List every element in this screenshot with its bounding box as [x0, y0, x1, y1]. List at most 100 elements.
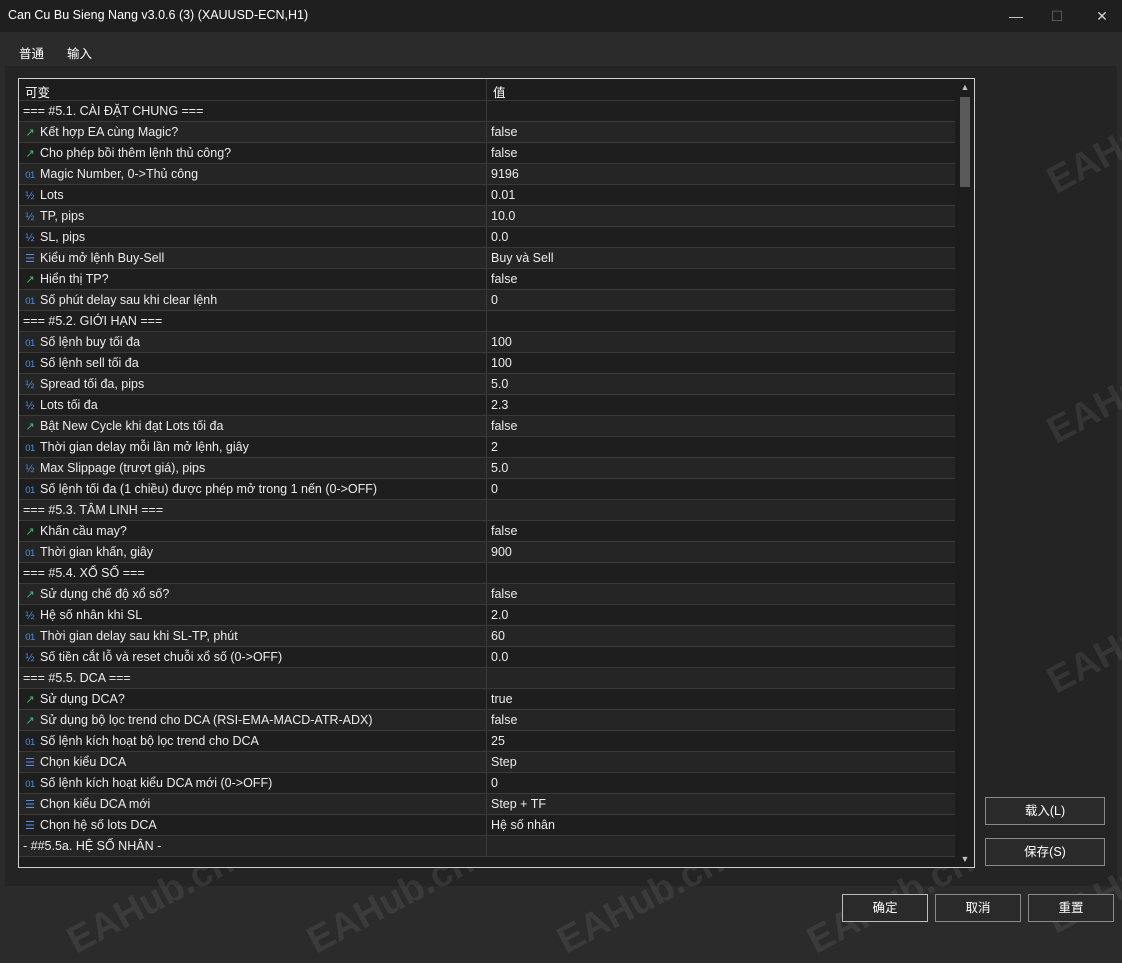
parameter-value[interactable]: 2.0 — [491, 608, 508, 622]
parameter-row[interactable]: 01 Thời gian delay sau khi SL-TP, phút 60 — [19, 626, 955, 647]
parameter-value[interactable]: Hệ số nhân — [491, 818, 555, 832]
parameter-row[interactable]: ↗ Hiển thị TP? false — [19, 269, 955, 290]
close-icon[interactable]: ✕ — [1088, 6, 1116, 26]
header-variable[interactable]: 可变 — [25, 82, 50, 101]
scroll-down-icon[interactable]: ▼ — [956, 851, 974, 867]
parameter-row[interactable]: ↗ Sử dụng bộ lọc trend cho DCA (RSI-EMA-M… — [19, 710, 955, 731]
parameter-value[interactable]: 5.0 — [491, 377, 508, 391]
parameter-row[interactable]: 01 Số lệnh tối đa (1 chiều) được phép mở … — [19, 479, 955, 500]
parameter-name: 01 Thời gian delay mỗi lần mở lệnh, giây — [23, 440, 249, 454]
parameter-value[interactable]: 2.3 — [491, 398, 508, 412]
vertical-scrollbar[interactable]: ▲ ▼ — [956, 79, 974, 867]
parameter-value[interactable]: false — [491, 272, 517, 286]
parameter-value[interactable]: Step + TF — [491, 797, 546, 811]
parameter-value[interactable]: false — [491, 524, 517, 538]
parameter-row[interactable]: 01 Số lệnh kích hoạt bộ lọc trend cho DCA… — [19, 731, 955, 752]
reset-button[interactable]: 重置 — [1028, 894, 1114, 922]
parameter-row[interactable]: ½ Hệ số nhân khi SL 2.0 — [19, 605, 955, 626]
parameter-row[interactable]: ½ Lots 0.01 — [19, 185, 955, 206]
enum-parameter-icon: ☰ — [25, 820, 35, 832]
parameter-value[interactable]: 0.01 — [491, 188, 515, 202]
parameter-row[interactable]: ½ Số tiền cắt lỗ và reset chuỗi xổ số (0-… — [19, 647, 955, 668]
parameter-row[interactable]: ☰ Chọn hệ số lots DCA Hệ số nhân — [19, 815, 955, 836]
parameter-name: 01 Số lệnh buy tối đa — [23, 335, 140, 349]
load-button[interactable]: 载入(L) — [985, 797, 1105, 825]
tab-inputs[interactable]: 输入 — [67, 43, 93, 68]
section-row[interactable]: === #5.5. DCA === — [19, 668, 955, 689]
parameter-value[interactable]: Step — [491, 755, 517, 769]
parameter-value[interactable]: 5.0 — [491, 461, 508, 475]
parameter-value[interactable]: Buy và Sell — [491, 251, 554, 265]
parameter-name: ½ Spread tối đa, pips — [23, 377, 144, 391]
parameter-row[interactable]: ½ Lots tối đa 2.3 — [19, 395, 955, 416]
column-separator[interactable] — [486, 79, 487, 100]
parameter-value[interactable]: false — [491, 125, 517, 139]
parameter-row[interactable]: ↗ Cho phép bồi thêm lệnh thủ công? false — [19, 143, 955, 164]
parameter-row[interactable]: ½ TP, pips 10.0 — [19, 206, 955, 227]
integer-parameter-icon: 01 — [25, 632, 35, 643]
parameter-row[interactable]: 01 Thời gian delay mỗi lần mở lệnh, giây 2 — [19, 437, 955, 458]
cell-divider — [486, 479, 487, 499]
minimize-icon[interactable]: — — [1002, 6, 1030, 26]
parameter-row[interactable]: ½ Spread tối đa, pips 5.0 — [19, 374, 955, 395]
cell-divider — [486, 458, 487, 478]
parameter-value[interactable]: 9196 — [491, 167, 519, 181]
parameter-row[interactable]: ↗ Khấn cầu may? false — [19, 521, 955, 542]
parameter-value[interactable]: 0 — [491, 293, 498, 307]
parameter-row[interactable]: 01 Số phút delay sau khi clear lệnh 0 — [19, 290, 955, 311]
parameter-label: Số lệnh buy tối đa — [40, 335, 141, 349]
parameter-name: ½ TP, pips — [23, 209, 84, 223]
section-row[interactable]: === #5.1. CÀI ĐẶT CHUNG === — [19, 101, 955, 122]
parameter-value[interactable]: 0 — [491, 482, 498, 496]
parameter-row[interactable]: 01 Số lệnh buy tối đa 100 — [19, 332, 955, 353]
parameter-value[interactable]: 60 — [491, 629, 505, 643]
parameter-label: Cho phép bồi thêm lệnh thủ công? — [40, 146, 232, 160]
parameter-value[interactable]: 10.0 — [491, 209, 515, 223]
section-row[interactable]: === #5.4. XỔ SỐ === — [19, 563, 955, 584]
tab-common[interactable]: 普通 — [19, 43, 44, 66]
maximize-icon[interactable]: ☐ — [1043, 6, 1071, 26]
parameter-value[interactable]: 0 — [491, 776, 498, 790]
cancel-button[interactable]: 取消 — [935, 894, 1021, 922]
parameter-row[interactable]: ↗ Sử dụng chế độ xổ số? false — [19, 584, 955, 605]
parameter-value[interactable]: false — [491, 587, 517, 601]
parameter-value[interactable]: 0.0 — [491, 650, 508, 664]
parameter-value[interactable]: false — [491, 419, 517, 433]
parameter-row[interactable]: ☰ Kiểu mở lệnh Buy-Sell Buy và Sell — [19, 248, 955, 269]
parameter-row[interactable]: 01 Số lệnh kích hoạt kiểu DCA mới (0->OFF… — [19, 773, 955, 794]
parameter-row[interactable]: ↗ Bật New Cycle khi đạt Lots tối đa false — [19, 416, 955, 437]
parameter-label: Magic Number, 0->Thủ công — [40, 167, 199, 181]
parameter-name: 01 Số lệnh kích hoạt kiểu DCA mới (0->OFF… — [23, 776, 272, 790]
parameter-value[interactable]: 2 — [491, 440, 498, 454]
cell-divider — [486, 500, 487, 520]
parameter-name: ↗ Khấn cầu may? — [23, 524, 126, 538]
parameter-value[interactable]: 100 — [491, 335, 512, 349]
section-row[interactable]: - ##5.5a. HỆ SỐ NHÂN - — [19, 836, 955, 857]
parameter-row[interactable]: ½ Max Slippage (trượt giá), pips 5.0 — [19, 458, 955, 479]
grid-rows: === #5.1. CÀI ĐẶT CHUNG === ↗ Kết hợp EA c… — [19, 101, 955, 857]
parameter-row[interactable]: 01 Số lệnh sell tối đa 100 — [19, 353, 955, 374]
header-value[interactable]: 值 — [493, 82, 506, 101]
parameter-label: Max Slippage (trượt giá), pips — [40, 461, 206, 475]
scroll-up-icon[interactable]: ▲ — [956, 79, 974, 95]
section-row[interactable]: === #5.3. TÂM LINH === — [19, 500, 955, 521]
ok-button[interactable]: 确定 — [842, 894, 928, 922]
parameter-row[interactable]: ↗ Sử dụng DCA? true — [19, 689, 955, 710]
parameter-value[interactable]: 900 — [491, 545, 512, 559]
parameter-row[interactable]: 01 Magic Number, 0->Thủ công 9196 — [19, 164, 955, 185]
parameter-value[interactable]: true — [491, 692, 513, 706]
save-button[interactable]: 保存(S) — [985, 838, 1105, 866]
parameter-value[interactable]: 100 — [491, 356, 512, 370]
parameter-value[interactable]: 25 — [491, 734, 505, 748]
parameter-value[interactable]: false — [491, 146, 517, 160]
parameter-row[interactable]: ½ SL, pips 0.0 — [19, 227, 955, 248]
parameter-row[interactable]: 01 Thời gian khấn, giây 900 — [19, 542, 955, 563]
section-row[interactable]: === #5.2. GIỚI HẠN === — [19, 311, 955, 332]
bool-parameter-icon: ↗ — [25, 526, 35, 538]
scroll-thumb[interactable] — [960, 97, 970, 187]
parameter-row[interactable]: ☰ Chọn kiểu DCA Step — [19, 752, 955, 773]
parameter-value[interactable]: 0.0 — [491, 230, 508, 244]
parameter-row[interactable]: ☰ Chọn kiểu DCA mới Step + TF — [19, 794, 955, 815]
parameter-value[interactable]: false — [491, 713, 517, 727]
parameter-row[interactable]: ↗ Kết hợp EA cùng Magic? false — [19, 122, 955, 143]
